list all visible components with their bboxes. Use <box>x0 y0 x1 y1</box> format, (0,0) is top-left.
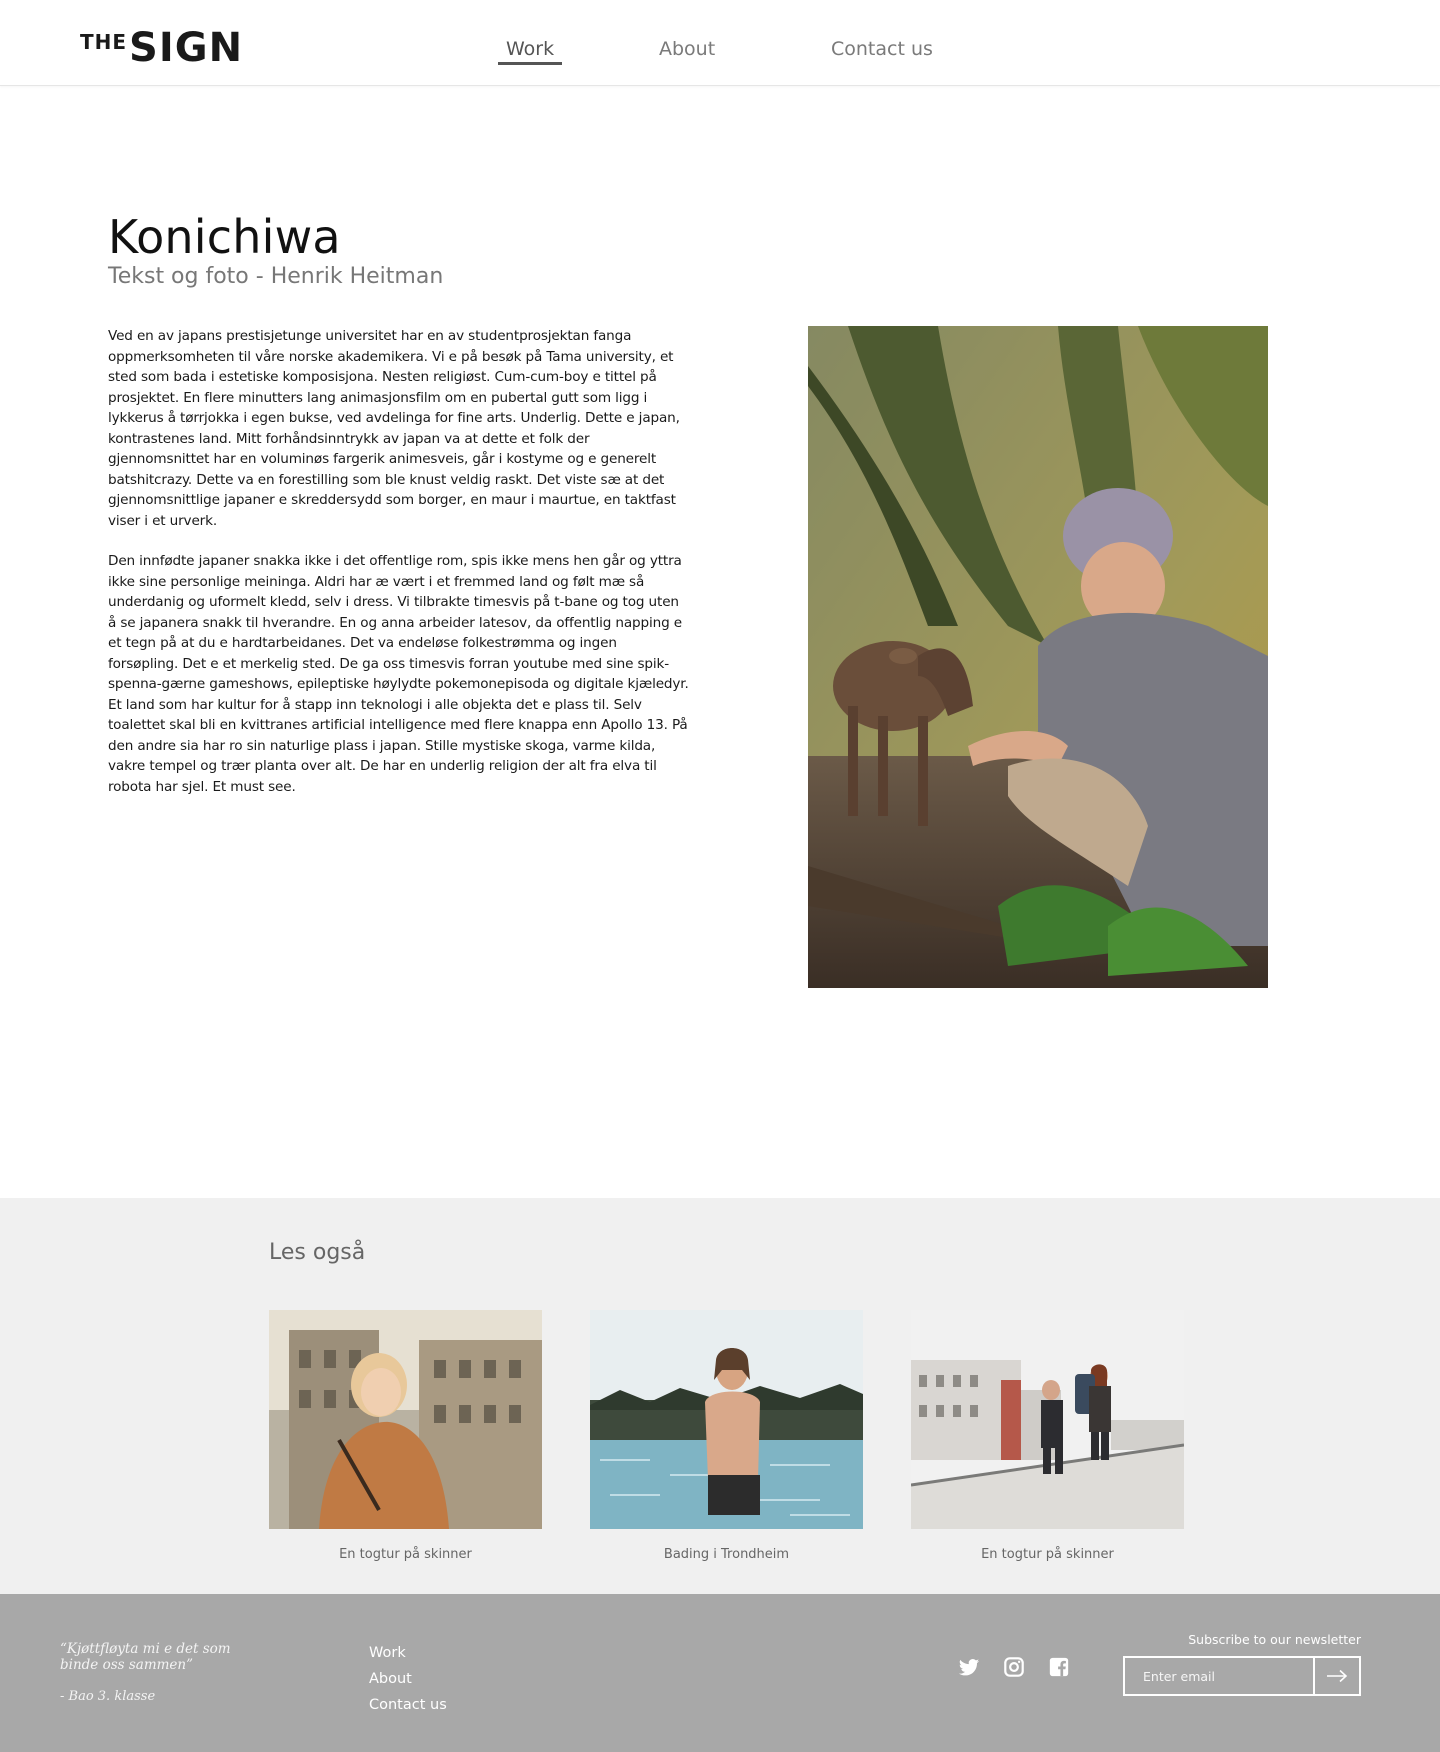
related-card[interactable]: Bading i Trondheim <box>590 1310 863 1562</box>
related-card-caption[interactable]: Bading i Trondheim <box>590 1547 863 1562</box>
facebook-icon[interactable] <box>1048 1656 1070 1678</box>
footer-link-about[interactable]: About <box>369 1666 447 1692</box>
newsletter-form <box>1123 1656 1361 1696</box>
site-header: THE SIGN Work About Contact us <box>0 0 1440 86</box>
site-footer: “Kjøttfløyta mi e det som binde oss samm… <box>0 1594 1440 1752</box>
article-byline: Tekst og foto - Henrik Heitman <box>108 264 444 289</box>
related-photo-swimmer <box>590 1310 863 1529</box>
related-card-image[interactable] <box>269 1310 542 1529</box>
article-body: Ved en av japans prestisjetunge universi… <box>108 326 690 797</box>
related-card-caption[interactable]: En togtur på skinner <box>269 1547 542 1562</box>
related-photo-street <box>911 1310 1184 1529</box>
arrow-right-icon <box>1327 1669 1348 1683</box>
footer-nav: Work About Contact us <box>369 1640 447 1718</box>
article-title: Konichiwa <box>108 210 341 264</box>
related-card-caption[interactable]: En togtur på skinner <box>911 1547 1184 1562</box>
related-section: Les også En togtur på skinner Bading i T… <box>0 1198 1440 1594</box>
footer-quote-author: - Bao 3. klasse <box>60 1689 156 1704</box>
newsletter-submit-button[interactable] <box>1313 1658 1359 1694</box>
related-card[interactable]: En togtur på skinner <box>911 1310 1184 1562</box>
related-card[interactable]: En togtur på skinner <box>269 1310 542 1562</box>
article-paragraph: Ved en av japans prestisjetunge universi… <box>108 328 680 529</box>
nav-about[interactable]: About <box>659 38 715 60</box>
hero-photo-illustration <box>808 326 1268 988</box>
footer-link-work[interactable]: Work <box>369 1640 447 1666</box>
newsletter-label: Subscribe to our newsletter <box>1188 1632 1361 1647</box>
related-photo-girl <box>269 1310 542 1529</box>
twitter-icon[interactable] <box>958 1656 980 1678</box>
article-paragraph: Den innfødte japaner snakka ikke i det o… <box>108 553 689 795</box>
nav-active-underline <box>498 62 562 65</box>
nav-work[interactable]: Work <box>506 38 554 60</box>
instagram-icon[interactable] <box>1003 1656 1025 1678</box>
related-card-image[interactable] <box>590 1310 863 1529</box>
related-card-image[interactable] <box>911 1310 1184 1529</box>
newsletter-email-input[interactable] <box>1125 1658 1313 1694</box>
footer-quote: “Kjøttfløyta mi e det som binde oss samm… <box>60 1641 231 1673</box>
main-nav: Work About Contact us <box>0 38 1440 68</box>
hero-photo <box>808 326 1268 988</box>
nav-contact[interactable]: Contact us <box>831 38 933 60</box>
footer-link-contact[interactable]: Contact us <box>369 1692 447 1718</box>
related-title: Les også <box>269 1240 366 1265</box>
